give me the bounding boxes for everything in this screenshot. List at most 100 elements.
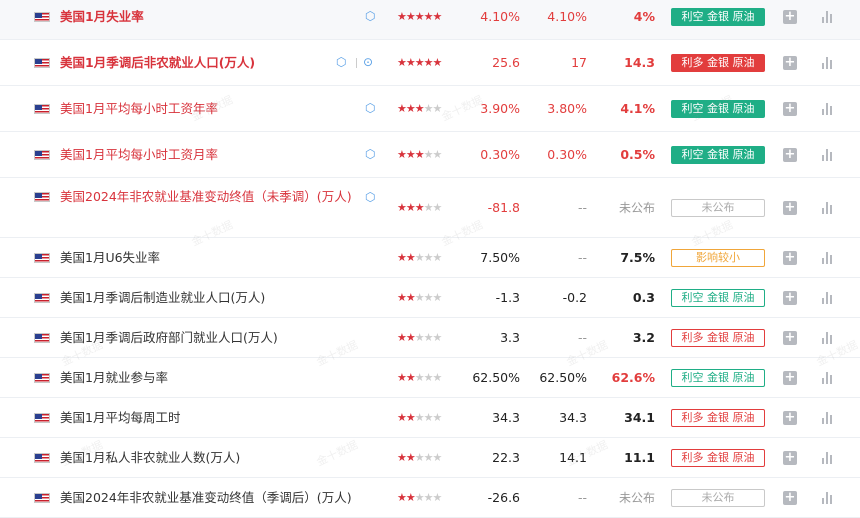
star-empty-icon: ★ xyxy=(414,371,425,384)
forecast-value: -- xyxy=(577,250,587,265)
add-alert-button[interactable]: + xyxy=(783,102,797,116)
indicator-name[interactable]: 美国1月失业率 xyxy=(60,7,144,26)
chart-bar-glyph xyxy=(826,57,828,69)
chart-bar-glyph xyxy=(826,252,828,264)
importance-stars: ★★★★★ xyxy=(397,491,443,505)
add-alert-button[interactable]: + xyxy=(783,411,797,425)
add-alert-button[interactable]: + xyxy=(783,371,797,385)
indicator-name[interactable]: 美国2024年非农就业基准变动终值（季调后）(万人) xyxy=(60,488,352,507)
actual-value: 3.2 xyxy=(632,330,655,345)
chart-icon[interactable] xyxy=(822,11,834,23)
actual-value: 4.1% xyxy=(620,101,655,116)
chart-icon[interactable] xyxy=(822,492,834,504)
indicator-name[interactable]: 美国2024年非农就业基准变动终值（未季调）(万人) xyxy=(60,187,360,206)
table-row[interactable]: 美国1月私人非农就业人数(万人) ★★★★★ 22.3 14.1 11.1 利多 金银 原… xyxy=(0,438,860,478)
add-alert-button[interactable]: + xyxy=(783,201,797,215)
indicator-name[interactable]: 美国1月季调后政府部门就业人口(万人) xyxy=(60,328,278,347)
indicator-name[interactable]: 美国1月U6失业率 xyxy=(60,248,160,267)
add-alert-button[interactable]: + xyxy=(783,291,797,305)
star-filled-icon: ★ xyxy=(405,102,416,115)
chart-bar-glyph xyxy=(830,295,832,304)
importance-stars: ★★★★★ xyxy=(397,291,442,305)
chart-bar-glyph xyxy=(830,375,832,384)
chart-bar-glyph xyxy=(830,205,832,214)
star-filled-icon: ★ xyxy=(397,331,407,344)
previous-value: 3.90% xyxy=(480,101,520,116)
indicator-name[interactable]: 美国1月平均每小时工资年率 xyxy=(60,99,218,118)
us-flag-icon xyxy=(34,293,50,303)
impact-badge: 利多 金银 原油 xyxy=(671,409,765,427)
indicator-name[interactable]: 美国1月季调后非农就业人口(万人) xyxy=(60,53,255,72)
play-icon[interactable]: ⊙ xyxy=(363,55,373,69)
add-alert-button[interactable]: + xyxy=(783,491,797,505)
table-row[interactable]: 美国1月U6失业率 ★★★★★ 7.50% -- 7.5% 影响较小 + xyxy=(0,238,860,278)
importance-stars: ★★★★★ xyxy=(397,201,442,215)
add-alert-button[interactable]: + xyxy=(783,148,797,162)
chart-bar-glyph xyxy=(822,17,824,23)
impact-badge: 利空 金银 原油 xyxy=(671,8,765,26)
table-row[interactable]: 美国1月季调后政府部门就业人口(万人) ★★★★★ 3.3 -- 3.2 利多 金银 原油… xyxy=(0,318,860,358)
add-alert-button[interactable]: + xyxy=(783,331,797,345)
table-row[interactable]: 美国1月季调后非农就业人口(万人) ⬡ ⊙ ★★★★★ 25.6 17 14.3 利多 金银 … xyxy=(0,40,860,86)
chart-icon[interactable] xyxy=(822,292,834,304)
chart-bar-glyph xyxy=(826,292,828,304)
previous-value: 0.30% xyxy=(480,147,520,162)
star-filled-icon: ★ xyxy=(423,56,434,69)
star-empty-icon: ★ xyxy=(423,491,434,504)
table-row[interactable]: 美国1月平均每小时工资月率 ⬡ ★★★★★ 0.30% 0.30% 0.5% 利空 金银 原… xyxy=(0,132,860,178)
indicator-name[interactable]: 美国1月就业参与率 xyxy=(60,368,168,387)
cube-icon[interactable]: ⬡ xyxy=(365,190,375,204)
table-row[interactable]: 美国1月季调后制造业就业人口(万人) ★★★★★ -1.3 -0.2 0.3 利空 金银 … xyxy=(0,278,860,318)
forecast-value: 3.80% xyxy=(547,101,587,116)
chart-icon[interactable] xyxy=(822,149,834,161)
chart-icon[interactable] xyxy=(822,252,834,264)
indicator-name[interactable]: 美国1月平均每小时工资月率 xyxy=(60,145,218,164)
chart-bar-glyph xyxy=(826,452,828,464)
chart-icon[interactable] xyxy=(822,412,834,424)
us-flag-icon xyxy=(34,192,50,202)
chart-icon[interactable] xyxy=(822,202,834,214)
table-row[interactable]: 美国2024年非农就业基准变动终值（季调后）(万人) ★★★★★ -26.6 -- 未公… xyxy=(0,478,860,518)
cube-icon[interactable]: ⬡ xyxy=(365,9,375,23)
cube-icon[interactable]: ⬡ xyxy=(365,147,375,161)
add-alert-button[interactable]: + xyxy=(783,251,797,265)
us-flag-icon xyxy=(34,453,50,463)
star-empty-icon: ★ xyxy=(423,251,434,264)
actual-value: 4% xyxy=(633,9,655,24)
table-row[interactable]: 美国1月失业率 ⬡ ★★★★★ 4.10% 4.10% 4% 利空 金银 原油 + xyxy=(0,0,860,40)
star-empty-icon: ★ xyxy=(414,451,425,464)
importance-stars: ★★★★★ xyxy=(397,411,442,425)
star-empty-icon: ★ xyxy=(432,331,443,344)
table-row[interactable]: 美国1月平均每周工时 ★★★★★ 34.3 34.3 34.1 利多 金银 原油 + xyxy=(0,398,860,438)
star-empty-icon: ★ xyxy=(432,491,443,504)
actual-value: 0.5% xyxy=(620,147,655,162)
table-row[interactable]: 美国2024年非农就业基准变动终值（未季调）(万人) ⬡ ★★★★★ -81.8 -- 未… xyxy=(0,178,860,238)
us-flag-icon xyxy=(34,58,50,68)
star-filled-icon: ★ xyxy=(405,451,416,464)
star-filled-icon: ★ xyxy=(414,148,425,161)
chart-icon[interactable] xyxy=(822,103,834,115)
star-empty-icon: ★ xyxy=(414,331,425,344)
chart-icon[interactable] xyxy=(822,452,834,464)
star-filled-icon: ★ xyxy=(414,10,425,23)
table-row[interactable]: 美国1月就业参与率 ★★★★★ 62.50% 62.50% 62.6% 利空 金银 原油 + xyxy=(0,358,860,398)
star-filled-icon: ★ xyxy=(405,56,416,69)
indicator-name[interactable]: 美国1月平均每周工时 xyxy=(60,408,180,427)
chart-bar-glyph xyxy=(826,149,828,161)
star-empty-icon: ★ xyxy=(432,102,443,115)
chart-bar-glyph xyxy=(826,372,828,384)
table-row[interactable]: 美国1月平均每小时工资年率 ⬡ ★★★★★ 3.90% 3.80% 4.1% 利空 金银 原… xyxy=(0,86,860,132)
indicator-name[interactable]: 美国1月私人非农就业人数(万人) xyxy=(60,448,240,467)
add-alert-button[interactable]: + xyxy=(783,10,797,24)
add-alert-button[interactable]: + xyxy=(783,451,797,465)
chart-icon[interactable] xyxy=(822,372,834,384)
us-flag-icon xyxy=(34,150,50,160)
star-empty-icon: ★ xyxy=(432,371,443,384)
chart-icon[interactable] xyxy=(822,332,834,344)
add-alert-button[interactable]: + xyxy=(783,56,797,70)
indicator-name[interactable]: 美国1月季调后制造业就业人口(万人) xyxy=(60,288,265,307)
cube-icon[interactable]: ⬡ xyxy=(365,101,375,115)
chart-bar-glyph xyxy=(822,155,824,161)
chart-icon[interactable] xyxy=(822,57,834,69)
cube-icon[interactable]: ⬡ xyxy=(336,55,346,69)
